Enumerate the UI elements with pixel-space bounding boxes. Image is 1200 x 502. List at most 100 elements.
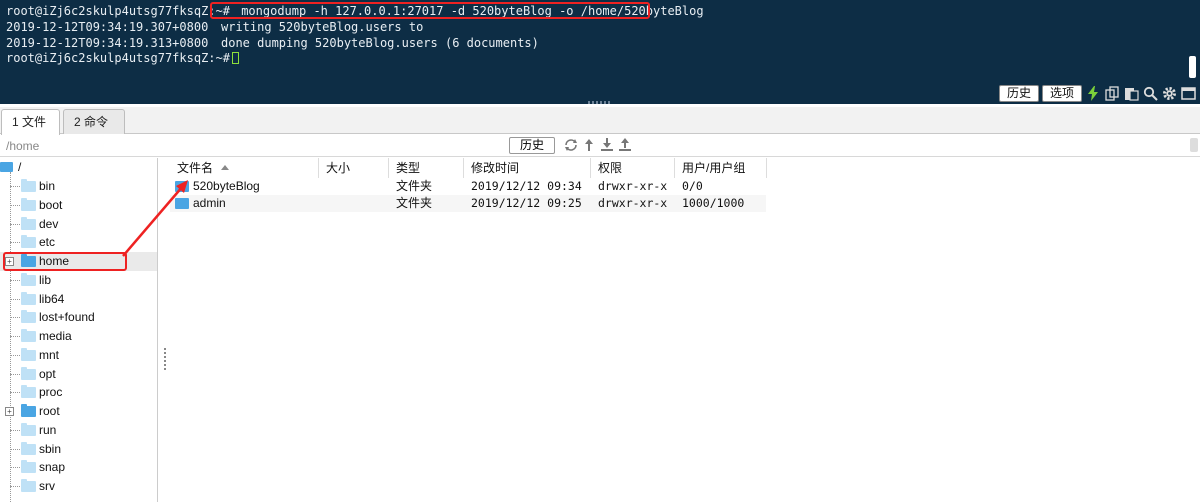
column-name-header[interactable]: 文件名: [170, 158, 319, 178]
folder-icon: [21, 216, 36, 230]
tree-item-root-dir[interactable]: + root: [0, 402, 157, 421]
tree-splitter[interactable]: [163, 158, 167, 502]
file-mtime: 2019/12/12 09:34: [471, 179, 582, 193]
up-directory-icon[interactable]: [581, 137, 597, 153]
file-row[interactable]: admin 文件夹 2019/12/12 09:25 drwxr-xr-x 10…: [170, 195, 766, 212]
tree-item-label: media: [39, 329, 72, 343]
file-type: 文件夹: [396, 196, 433, 210]
options-button[interactable]: 选项: [1041, 84, 1082, 102]
folder-icon: [175, 198, 189, 209]
lightning-icon[interactable]: [1085, 85, 1101, 101]
tree-item-label: lib64: [39, 291, 65, 306]
directory-tree: / bin boot dev etc + home lib lib64 lost+…: [0, 158, 158, 502]
tree-item-etc[interactable]: etc: [0, 233, 157, 252]
file-row[interactable]: 520byteBlog 文件夹 2019/12/12 09:34 drwxr-x…: [170, 178, 766, 195]
tree-item-bin[interactable]: bin: [0, 177, 157, 196]
prompt: root@iZj6c2skulp4utsg77fksqZ:~#: [6, 51, 230, 65]
tree-item-label: run: [39, 422, 57, 437]
column-owner-header[interactable]: 用户/用户组: [675, 158, 767, 178]
tree-item-label: root: [39, 404, 60, 418]
terminal-scrollbar[interactable]: [1189, 56, 1196, 78]
log-message: writing 520byteBlog.users to: [221, 20, 424, 34]
column-perm-header[interactable]: 权限: [591, 158, 675, 178]
tree-item-label: dev: [39, 216, 59, 231]
tree-item-label: bin: [39, 179, 56, 193]
folder-icon: [21, 366, 36, 380]
tab-commands[interactable]: 2 命令: [63, 109, 125, 134]
tab-files[interactable]: 1 文件: [1, 109, 60, 135]
tree-item-dev[interactable]: dev: [0, 215, 157, 234]
file-list: 文件名 大小 类型 修改时间 权限 用户/用户组 520byteBlog 文件夹…: [170, 158, 1200, 502]
file-owner: 1000/1000: [682, 196, 745, 210]
file-owner: 0/0: [682, 179, 703, 193]
folder-icon: [21, 272, 36, 286]
tree-item-boot[interactable]: boot: [0, 196, 157, 215]
tree-item-label: /: [18, 160, 22, 174]
tree-item-label: lib: [39, 272, 52, 287]
tree-item-lib64[interactable]: lib64: [0, 290, 157, 309]
log-message: done dumping 520byteBlog.users (6 docume…: [221, 36, 539, 50]
tree-item-mnt[interactable]: mnt: [0, 346, 157, 365]
tree-item-opt[interactable]: opt: [0, 365, 157, 384]
search-icon[interactable]: [1142, 85, 1158, 101]
terminal-line-3: 2019-12-12T09:34:19.313+0800 done dumping…: [6, 35, 539, 51]
history-button[interactable]: 历史: [998, 84, 1039, 102]
download-icon[interactable]: [599, 137, 615, 153]
folder-icon: [21, 179, 36, 192]
tree-item-root[interactable]: /: [0, 158, 157, 177]
column-mtime-header[interactable]: 修改时间: [464, 158, 591, 178]
tree-item-lib[interactable]: lib: [0, 271, 157, 290]
folder-icon: [21, 310, 36, 324]
folder-icon: [21, 422, 36, 436]
tab-bar: 1 文件 2 命令: [0, 107, 1200, 135]
prompt: root@iZj6c2skulp4utsg77fksqZ:~#: [6, 4, 230, 18]
tree-item-srv[interactable]: srv: [0, 477, 157, 496]
tree-item-label: boot: [39, 197, 63, 212]
log-timestamp: 2019-12-12T09:34:19.307+0800: [6, 20, 209, 34]
tree-item-label: snap: [39, 460, 66, 475]
tree-item-label: etc: [39, 235, 56, 250]
panel-splitter-handle[interactable]: [588, 101, 612, 104]
file-mtime: 2019/12/12 09:25: [471, 196, 582, 210]
tree-item-label: sbin: [39, 441, 62, 456]
folder-icon: [21, 385, 36, 399]
tree-item-label: mnt: [39, 347, 60, 362]
folder-icon: [21, 404, 36, 417]
tree-item-proc[interactable]: proc: [0, 383, 157, 402]
folder-icon: [21, 479, 36, 492]
tree-item-media[interactable]: media: [0, 327, 157, 346]
refresh-icon[interactable]: [563, 137, 579, 153]
path-history-button[interactable]: 历史: [509, 137, 556, 154]
folder-icon: [21, 329, 36, 342]
tree-item-sbin[interactable]: sbin: [0, 440, 157, 459]
terminal-line-2: 2019-12-12T09:34:19.307+0800 writing 520b…: [6, 19, 423, 35]
terminal-panel[interactable]: root@iZj6c2skulp4utsg77fksqZ:~# mongodum…: [0, 0, 1200, 104]
tree-item-snap[interactable]: snap: [0, 458, 157, 477]
terminal-line-4: root@iZj6c2skulp4utsg77fksqZ:~#: [6, 50, 239, 66]
tree-item-run[interactable]: run: [0, 421, 157, 440]
expand-icon[interactable]: +: [5, 407, 14, 416]
folder-icon: [21, 235, 36, 249]
file-perm: drwxr-xr-x: [598, 179, 668, 193]
terminal-cursor: [231, 52, 239, 64]
upload-icon[interactable]: [617, 137, 633, 153]
window-icon[interactable]: [1180, 85, 1196, 101]
tree-item-lost-found[interactable]: lost+found: [0, 308, 157, 327]
column-type-header[interactable]: 类型: [389, 158, 464, 178]
folder-icon: [21, 460, 36, 474]
folder-icon: [21, 197, 36, 211]
command-highlight-box: [210, 2, 650, 19]
file-name: 520byteBlog: [193, 179, 260, 193]
file-list-header: 文件名 大小 类型 修改时间 权限 用户/用户组: [170, 158, 1200, 178]
paste-icon[interactable]: [1123, 85, 1139, 101]
folder-icon: [0, 162, 13, 172]
folder-icon: [21, 441, 36, 455]
folder-icon: [175, 181, 189, 192]
path-scrollbar[interactable]: [1190, 138, 1198, 152]
path-bar: 历史: [0, 135, 1200, 157]
column-size-header[interactable]: 大小: [319, 158, 389, 178]
copy-icon[interactable]: [1104, 85, 1120, 101]
tree-item-label: srv: [39, 479, 55, 493]
gear-icon[interactable]: [1161, 85, 1177, 101]
file-type: 文件夹: [396, 179, 433, 193]
